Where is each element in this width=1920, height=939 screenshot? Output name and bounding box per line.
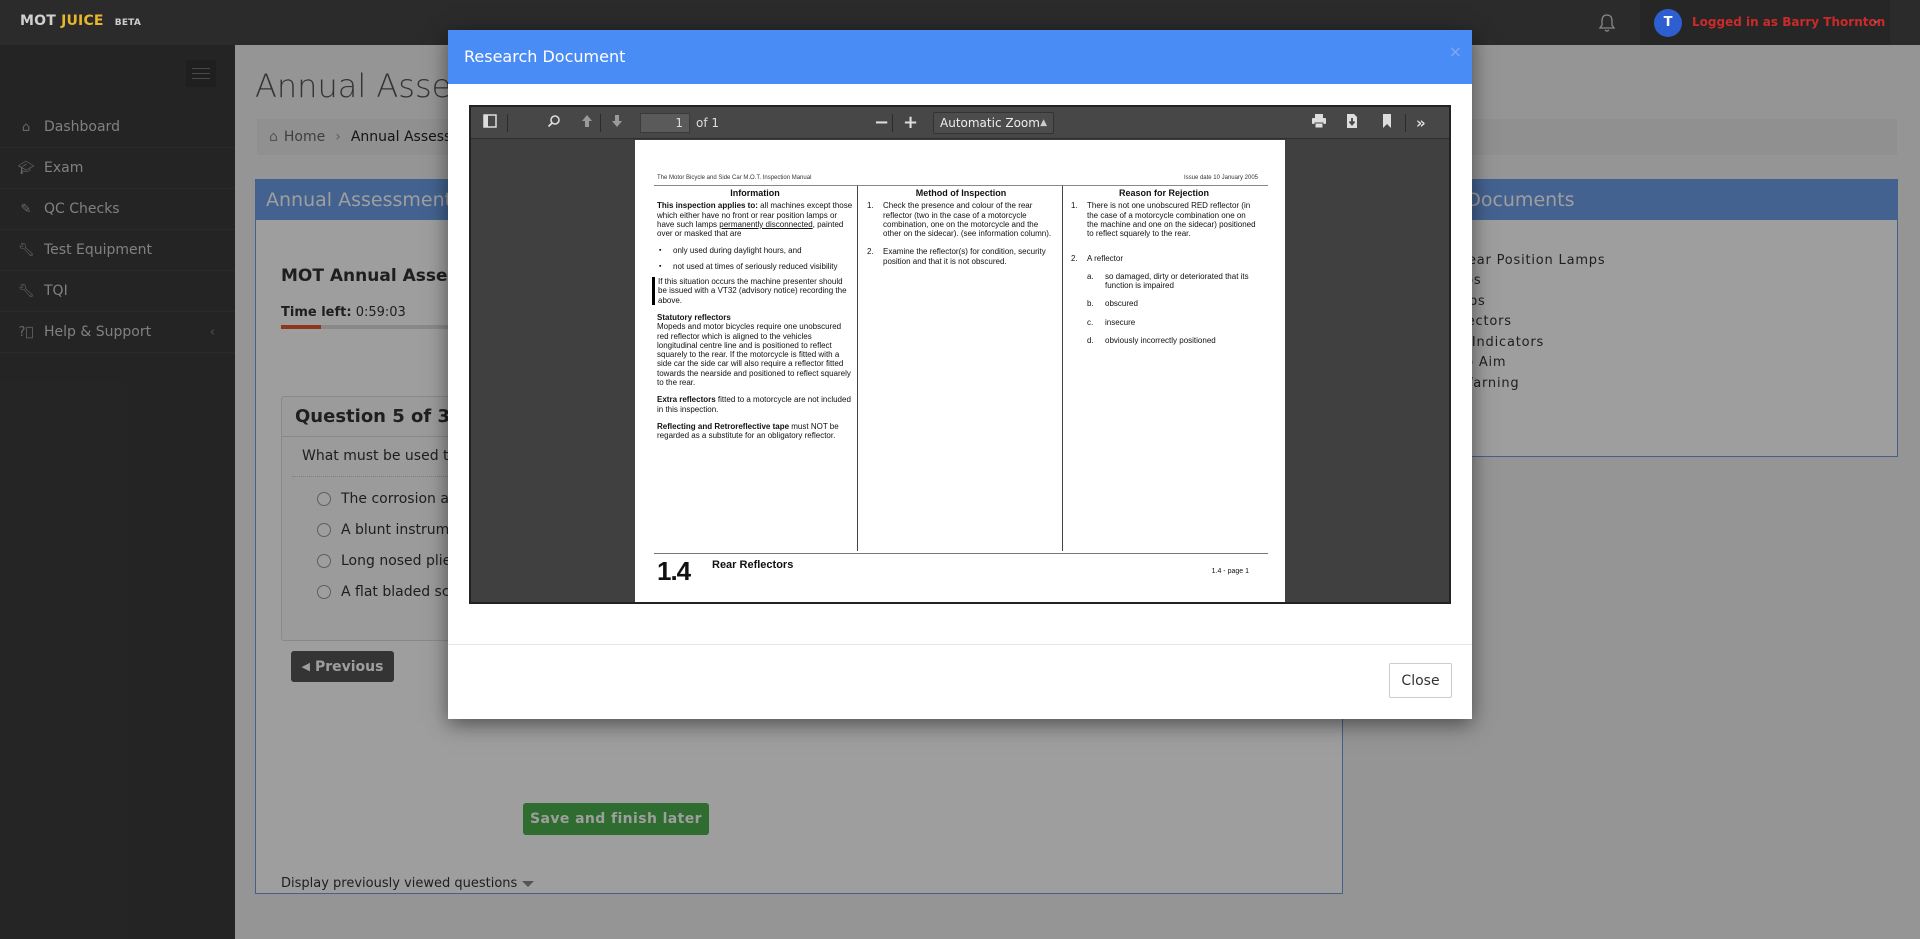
subitem-text: obscured [1105, 299, 1138, 309]
tape-bold: Reflecting and Retroreflective tape [657, 421, 790, 431]
research-document-modal: Research Document × 1 of 1 − + Automatic… [448, 30, 1472, 719]
subitem-letter: a. [1087, 271, 1094, 281]
method-heading: Method of Inspection [915, 188, 1007, 198]
statutory-reflectors: Statutory reflectors Mopeds and motor bi… [657, 313, 853, 387]
advisory-note: If this situation occurs the machine pre… [652, 277, 853, 305]
subitem-letter: d. [1087, 335, 1094, 345]
pdf-footer-rule [654, 553, 1268, 554]
information-bullet: not used at times of seriously reduced v… [657, 262, 853, 272]
search-icon[interactable] [547, 114, 561, 132]
zoom-select[interactable]: Automatic Zoom ▲ [933, 112, 1054, 134]
rejection-subitem: d. obviously incorrectly positioned [1087, 336, 1257, 345]
item-text: A reflector [1087, 254, 1124, 264]
information-column: Information This inspection applies to: … [652, 188, 853, 449]
toolbar-divider [892, 114, 893, 132]
item-text: Check the presence and colour of the rea… [883, 201, 1052, 239]
download-icon[interactable] [1346, 114, 1358, 132]
column-divider [857, 186, 858, 551]
pdf-viewer: 1 of 1 − + Automatic Zoom ▲ » The Motor … [469, 105, 1451, 604]
method-item: 1. Check the presence and colour of the r… [867, 201, 1055, 238]
print-icon[interactable] [1311, 114, 1327, 132]
previous-page-icon[interactable] [581, 114, 593, 132]
rejection-column: Reason for Rejection 1. There is not one … [1071, 188, 1257, 354]
subitem-text: insecure [1105, 317, 1136, 327]
select-arrows-icon: ▲ [1040, 118, 1047, 128]
modal-footer: Close [448, 644, 1472, 719]
method-column: Method of Inspection 1. Check the presenc… [867, 188, 1055, 275]
user-menu[interactable]: T Logged in as Barry Thornton ⌄ [1640, 0, 1890, 45]
bookmark-icon[interactable] [1382, 114, 1392, 132]
subitem-letter: b. [1087, 299, 1094, 309]
applies-bold: This inspection applies to: [657, 201, 758, 211]
subitem-text: obviously incorrectly positioned [1105, 335, 1216, 345]
rejection-subitem: c. insecure [1087, 318, 1257, 327]
method-item: 2. Examine the reflector(s) for condition… [867, 247, 1055, 266]
applies-underline: permanently disconnected [719, 219, 813, 229]
bell-icon[interactable] [1598, 13, 1616, 33]
information-bullet: only used during daylight hours, and [657, 246, 853, 256]
zoom-out-button[interactable]: − [874, 114, 889, 132]
rejection-item: 1. There is not one unobscured RED reflec… [1071, 201, 1257, 238]
statutory-title: Statutory reflectors [657, 312, 731, 322]
subitem-letter: c. [1087, 317, 1094, 327]
information-heading: Information [730, 188, 780, 198]
item-number: 2. [867, 247, 874, 257]
pdf-page: The Motor Bicycle and Side Car M.O.T. In… [635, 140, 1285, 602]
extra-reflectors: Extra reflectors fitted to a motorcycle … [657, 395, 853, 414]
toolbar-divider [600, 114, 601, 132]
modal-title: Research Document [464, 47, 626, 66]
zoom-in-button[interactable]: + [903, 114, 918, 132]
modal-header: Research Document × [448, 30, 1472, 84]
rejection-heading: Reason for Rejection [1118, 188, 1210, 198]
avatar: T [1654, 9, 1682, 37]
rejection-subitem: b. obscured [1087, 299, 1257, 308]
extra-bold: Extra reflectors [657, 395, 716, 405]
retroreflective-tape: Reflecting and Retroreflective tape must… [657, 422, 853, 441]
brand-juice: JUICE [61, 13, 104, 29]
page-number-input[interactable]: 1 [640, 113, 690, 133]
rejection-item: 2. A reflector a. so damaged, dirty or det… [1071, 254, 1257, 345]
item-number: 1. [867, 201, 874, 211]
item-text: There is not one unobscured RED reflecto… [1087, 201, 1256, 239]
logged-in-user-label: Logged in as Barry Thornton [1692, 15, 1886, 29]
pdf-section-number: 1.4 [657, 556, 691, 586]
item-number: 1. [1071, 201, 1078, 211]
toolbar-divider [1405, 114, 1406, 132]
pdf-header-rule [654, 185, 1268, 186]
close-button[interactable]: Close [1389, 663, 1452, 698]
sidebar-toggle-icon[interactable] [483, 114, 497, 132]
close-icon[interactable]: × [1449, 25, 1462, 79]
column-divider [1062, 186, 1063, 551]
subitem-text: so damaged, dirty or deteriorated that i… [1105, 271, 1249, 291]
tools-menu-icon[interactable]: » [1416, 114, 1426, 132]
brand-beta: BETA [114, 18, 141, 28]
item-text: Examine the reflector(s) for condition, … [883, 247, 1046, 266]
chevron-down-icon: ⌄ [1872, 15, 1881, 26]
brand-mot: MOT [20, 13, 56, 29]
pdf-issue-date: Issue date 10 January 2005 [1183, 175, 1258, 181]
page-count: of 1 [696, 116, 720, 130]
pdf-section-title: Rear Reflectors [712, 559, 794, 571]
toolbar-divider [507, 114, 508, 132]
rejection-subitem: a. so damaged, dirty or deteriorated that… [1087, 272, 1257, 291]
information-bullets: only used during daylight hours, and not… [657, 246, 853, 271]
pdf-header-title: The Motor Bicycle and Side Car M.O.T. In… [657, 175, 812, 181]
next-page-icon[interactable] [611, 114, 623, 132]
item-number: 2. [1071, 254, 1078, 264]
brand-logo[interactable]: MOT JUICE BETA [20, 13, 141, 29]
pdf-toolbar: 1 of 1 − + Automatic Zoom ▲ » [471, 107, 1449, 139]
pdf-page-label: 1.4 - page 1 [1211, 568, 1249, 575]
information-applies: This inspection applies to: all machines… [657, 201, 853, 238]
zoom-select-value: Automatic Zoom [940, 116, 1040, 130]
statutory-text: Mopeds and motor bicycles require one un… [657, 322, 851, 388]
